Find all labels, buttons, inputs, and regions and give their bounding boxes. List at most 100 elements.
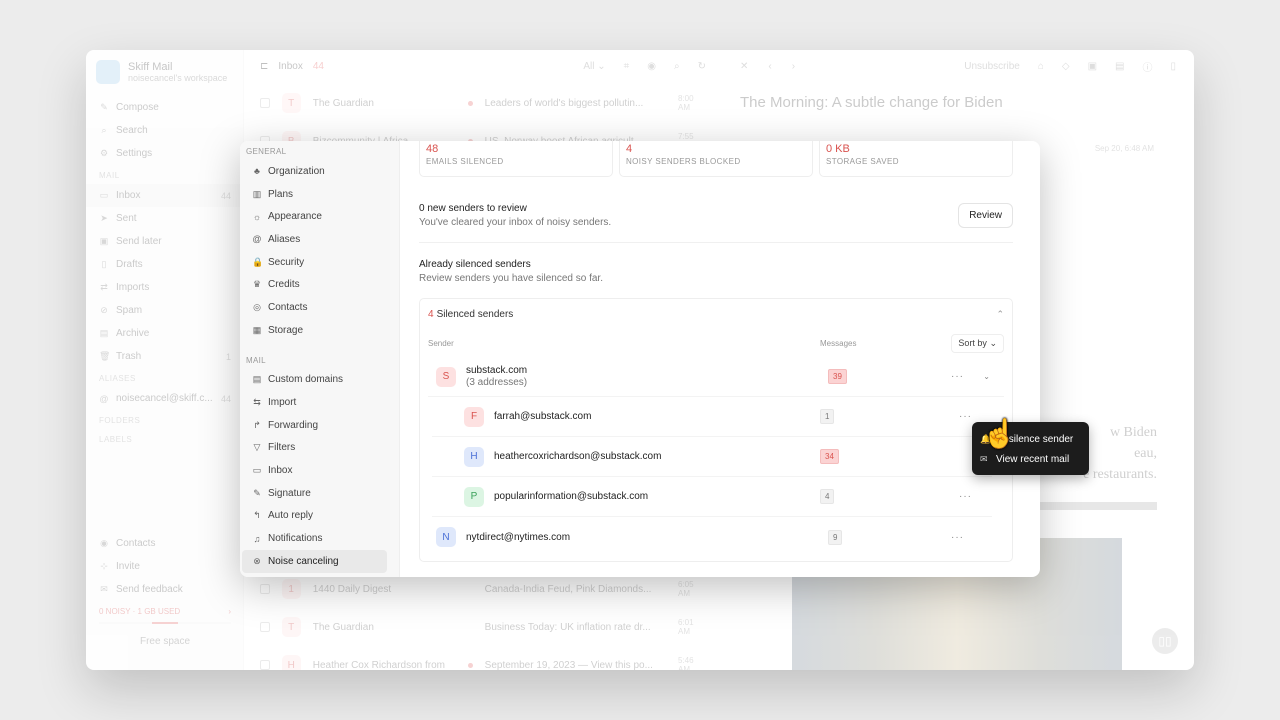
email-subject: The Morning: A subtle change for Biden xyxy=(740,94,1003,111)
sidebar-item-archive[interactable]: ▤ Archive xyxy=(86,322,244,345)
sidebar-item-invite[interactable]: ⊹ Invite xyxy=(86,555,244,578)
settings-item-storage[interactable]: ▦ Storage xyxy=(242,319,387,342)
mail-checkbox[interactable] xyxy=(260,98,270,108)
more-options-icon[interactable]: ··· xyxy=(951,532,964,543)
reader-mode-icon[interactable]: ▯▯ xyxy=(1152,628,1178,654)
sender-email: heathercoxrichardson@substack.com xyxy=(494,451,662,462)
chevron-down-icon[interactable]: ⌄ xyxy=(983,372,990,381)
review-button[interactable]: Review xyxy=(958,203,1013,228)
mail-subject: Leaders of world's biggest pollutin... xyxy=(484,97,644,109)
settings-item-credits[interactable]: ♛ Credits xyxy=(242,273,387,296)
sidebar-item-sent[interactable]: ➤ Sent xyxy=(86,207,244,230)
sort-by-dropdown[interactable]: Sort by ⌄ xyxy=(951,333,1004,353)
sidebar-toggle-icon[interactable]: ⊏ xyxy=(260,61,268,72)
settings-item-noise-canceling[interactable]: ⊗ Noise canceling xyxy=(242,550,387,573)
silenced-count: 4 xyxy=(428,308,434,320)
more-options-icon[interactable]: ··· xyxy=(959,411,972,422)
settings-item-notifications[interactable]: ♫ Notifications xyxy=(242,527,387,550)
sender-row[interactable]: Ppopularinformation@substack.com 4 ··· xyxy=(432,477,992,517)
filter-select[interactable]: All ⌄ xyxy=(583,61,605,72)
sender-row[interactable]: N nytdirect@nytimes.com 9 ··· xyxy=(428,517,1004,557)
sender-row[interactable]: Hheathercoxrichardson@substack.com 34 xyxy=(432,437,992,477)
sidebar-item-send-feedback[interactable]: ✉ Send feedback xyxy=(86,578,244,601)
chevron-down-icon: ⌄ xyxy=(989,337,997,348)
more-options-icon[interactable]: ··· xyxy=(959,491,972,502)
brand[interactable]: Skiff Mail noisecancel's workspace xyxy=(96,60,227,84)
nav-label: Sent xyxy=(116,213,137,224)
sidebar-item-send-later[interactable]: ▣ Send later xyxy=(86,230,244,253)
sidebar-item-drafts[interactable]: ▯ Drafts xyxy=(86,253,244,276)
select-icon[interactable]: ⌗ xyxy=(624,61,630,72)
settings-item-filters[interactable]: ▽ Filters xyxy=(242,437,387,460)
unsubscribe-button[interactable]: Unsubscribe xyxy=(964,61,1020,72)
sidebar-item-trash[interactable]: 🗑 Trash 1 xyxy=(86,345,244,368)
chevron-up-icon[interactable]: ⌃ xyxy=(996,309,1004,320)
sidebar-item-compose[interactable]: ✎ Compose xyxy=(86,96,244,119)
settings-item-signature[interactable]: ✎ Signature xyxy=(242,482,387,505)
sidebar-item-spam[interactable]: ⊘ Spam xyxy=(86,299,244,322)
mail-checkbox[interactable] xyxy=(260,660,270,670)
refresh-icon[interactable]: ↻ xyxy=(698,61,706,72)
settings-item-label: Storage xyxy=(268,324,304,336)
settings-item-security[interactable]: 🔒 Security xyxy=(242,251,387,274)
close-icon[interactable]: ✕ xyxy=(740,61,748,72)
settings-item-custom-domains[interactable]: ▤ Custom domains xyxy=(242,369,387,392)
inbox-header: ⊏ Inbox 44 All ⌄ ⌗ ◉ ⌕ ↻ xyxy=(244,50,722,82)
settings-item-label: Noise canceling xyxy=(268,555,339,567)
free-space-button[interactable]: Free space xyxy=(86,636,244,647)
column-sender: Sender xyxy=(428,338,454,348)
move-folder-icon[interactable]: ▣ xyxy=(1088,61,1097,72)
mail-row[interactable]: H Heather Cox Richardson from September 19… xyxy=(244,646,722,670)
sidebar-item-search[interactable]: ⌕ Search xyxy=(86,119,244,142)
stat-card: 48 EMAILS SILENCED xyxy=(419,141,613,177)
trash-icon[interactable]: ▯ xyxy=(1170,61,1176,72)
nav-count: 44 xyxy=(220,190,231,201)
sender-group-row[interactable]: S substack.com (3 addresses) 39 ··· ⌄ xyxy=(428,357,1004,397)
column-messages: Messages xyxy=(820,338,857,348)
archive-icon[interactable]: ▤ xyxy=(1115,61,1124,72)
settings-item-contacts[interactable]: ◎ Contacts xyxy=(242,296,387,319)
settings-item-aliases[interactable]: @ Aliases xyxy=(242,228,387,251)
alias-item[interactable]: @ noisecancel@skiff.c... 44 xyxy=(86,387,244,410)
stat-value: 4 xyxy=(626,143,633,155)
mail-checkbox[interactable] xyxy=(260,584,270,594)
stat-card: 0 KB STORAGE SAVED xyxy=(819,141,1013,177)
settings-item-label: Custom domains xyxy=(268,374,344,386)
mail-avatar: H xyxy=(281,655,301,670)
skiff-logo-icon xyxy=(96,60,120,84)
mail-checkbox[interactable] xyxy=(260,622,270,632)
settings-item-import[interactable]: ⇆ Import xyxy=(242,391,387,414)
menu-item-view-recent-mail[interactable]: ✉ View recent mail xyxy=(980,449,1081,469)
settings-item-appearance[interactable]: ☼ Appearance xyxy=(242,205,387,228)
search-icon[interactable]: ⌕ xyxy=(674,61,680,72)
eye-icon[interactable]: ◉ xyxy=(647,61,656,72)
settings-item-plans[interactable]: ▥ Plans xyxy=(242,183,387,206)
mail-row[interactable]: T The Guardian Business Today: UK inflatio… xyxy=(244,608,722,646)
inbox-count: 44 xyxy=(312,60,324,72)
organization-icon: ♣ xyxy=(254,166,260,177)
sidebar-item-settings[interactable]: ⚙ Settings xyxy=(86,142,244,165)
spam-icon[interactable]: ⓘ xyxy=(1142,59,1152,74)
alias-label: noisecancel@skiff.c... xyxy=(116,393,213,404)
sidebar-item-contacts[interactable]: ◉ Contacts xyxy=(86,532,244,555)
folders-section-label[interactable]: FOLDERS xyxy=(86,410,244,429)
settings-item-auto-reply[interactable]: ↰ Auto reply xyxy=(242,505,387,528)
sender-avatar: F xyxy=(464,406,484,427)
mail-subject: Business Today: UK inflation rate dr... xyxy=(484,621,651,633)
sidebar-item-inbox[interactable]: ▭ Inbox 44 xyxy=(86,184,244,207)
next-icon[interactable]: › xyxy=(792,61,795,72)
settings-item-inbox[interactable]: ▭ Inbox xyxy=(242,459,387,482)
previous-icon[interactable]: ‹ xyxy=(768,61,771,72)
sender-row[interactable]: Ffarrah@substack.com 1 ··· xyxy=(432,397,992,437)
mail-from: 1440 Daily Digest xyxy=(312,583,392,595)
pen-icon: ✎ xyxy=(253,487,261,498)
labels-section-label[interactable]: LABELS xyxy=(86,429,244,448)
tag-icon[interactable]: ◇ xyxy=(1062,61,1070,72)
mail-row[interactable]: T The Guardian Leaders of world's biggest … xyxy=(244,84,722,122)
settings-item-forwarding[interactable]: ↱ Forwarding xyxy=(242,414,387,437)
sidebar-item-imports[interactable]: ⇄ Imports xyxy=(86,276,244,299)
lock-icon[interactable]: ⌂ xyxy=(1038,61,1044,72)
silenced-senders-header[interactable]: 4 Silenced senders ⌃ xyxy=(420,299,1012,329)
settings-item-organization[interactable]: ♣ Organization xyxy=(242,160,387,183)
more-options-icon[interactable]: ··· xyxy=(951,371,964,382)
